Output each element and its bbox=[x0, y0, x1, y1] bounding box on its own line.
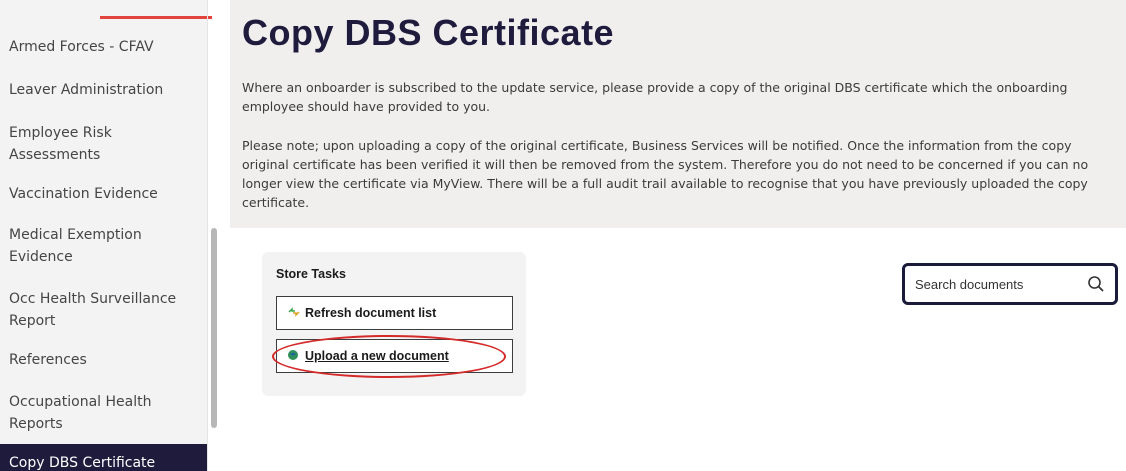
sidebar-item-medical-exemption-evidence[interactable]: Medical Exemption Evidence bbox=[0, 224, 207, 268]
sidebar-item-label: Armed Forces - CFAV bbox=[9, 39, 154, 55]
sidebar-item-occupational-health-reports[interactable]: Occupational Health Reports bbox=[0, 391, 207, 435]
store-tasks-title: Store Tasks bbox=[276, 267, 346, 281]
main-content: Copy DBS Certificate Where an onboarder … bbox=[230, 0, 1126, 471]
sidebar-item-copy-dbs-certificate[interactable]: Copy DBS Certificate bbox=[0, 444, 207, 471]
search-documents-box[interactable] bbox=[902, 263, 1118, 305]
refresh-document-list-button[interactable]: Refresh document list bbox=[276, 296, 513, 330]
notice-paragraph: Please note; upon uploading a copy of th… bbox=[242, 138, 1089, 210]
sidebar-item-label: Occupational Health Reports bbox=[9, 394, 152, 432]
search-icon[interactable] bbox=[1087, 275, 1105, 293]
sidebar-item-label: References bbox=[9, 352, 87, 368]
sidebar-item-vaccination-evidence[interactable]: Vaccination Evidence bbox=[0, 183, 207, 205]
sidebar-item-leaver-administration[interactable]: Leaver Administration bbox=[0, 79, 207, 101]
sidebar-item-occ-health-surveillance[interactable]: Occ Health Surveillance Report bbox=[0, 288, 207, 332]
store-tasks-panel: Store Tasks Refresh document list Upload… bbox=[262, 252, 526, 396]
search-input[interactable] bbox=[915, 276, 1075, 292]
upload-button-label: Upload a new document bbox=[305, 349, 449, 363]
sidebar-item-label: Occ Health Surveillance Report bbox=[9, 291, 177, 329]
refresh-button-label: Refresh document list bbox=[305, 306, 437, 320]
sidebar-item-label: Employee Risk Assessments bbox=[9, 125, 112, 163]
sidebar-item-label: Medical Exemption Evidence bbox=[9, 227, 142, 265]
sidebar-item-employee-risk-assessments[interactable]: Employee Risk Assessments bbox=[0, 122, 207, 166]
globe-upload-icon bbox=[287, 349, 301, 364]
sidebar-divider bbox=[207, 0, 208, 471]
upload-new-document-button[interactable]: Upload a new document bbox=[276, 339, 513, 373]
sidebar-accent-bar bbox=[100, 16, 212, 19]
info-panel: Copy DBS Certificate Where an onboarder … bbox=[230, 0, 1126, 228]
page-title: Copy DBS Certificate bbox=[242, 12, 615, 53]
intro-paragraph: Where an onboarder is subscribed to the … bbox=[242, 80, 1068, 114]
sidebar-item-label: Copy DBS Certificate bbox=[9, 455, 156, 471]
refresh-arrows-icon bbox=[287, 306, 301, 321]
sidebar-item-label: Vaccination Evidence bbox=[9, 186, 158, 202]
sidebar-item-references[interactable]: References bbox=[0, 349, 207, 371]
sidebar-item-armed-forces[interactable]: Armed Forces - CFAV bbox=[0, 36, 207, 58]
sidebar-item-label: Leaver Administration bbox=[9, 82, 164, 98]
sidebar-scrollbar[interactable] bbox=[211, 228, 217, 428]
sidebar-nav: Armed Forces - CFAV Leaver Administratio… bbox=[0, 0, 212, 471]
